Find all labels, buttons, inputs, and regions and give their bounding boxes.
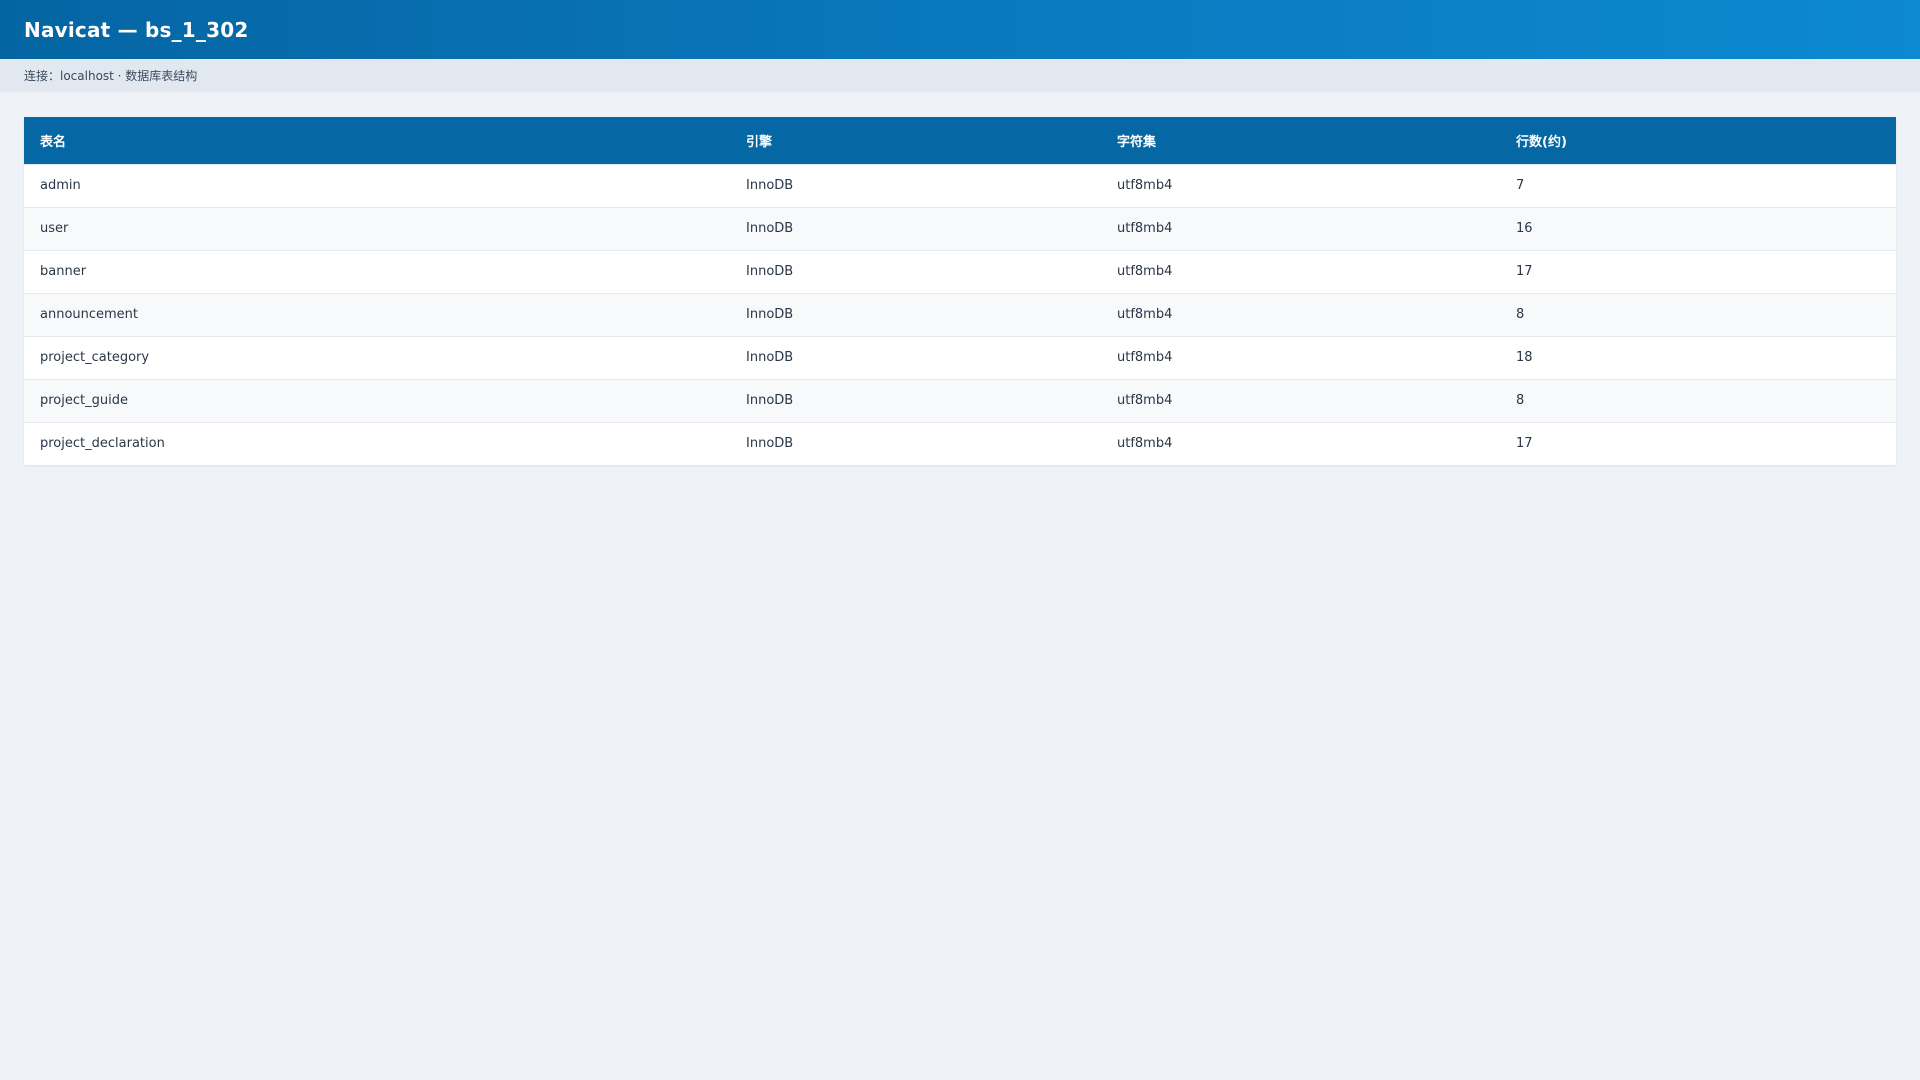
cell-row-count: 16 <box>1500 206 1896 250</box>
cell-charset: utf8mb4 <box>1101 378 1500 422</box>
column-header-charset[interactable]: 字符集 <box>1101 117 1500 164</box>
table-row[interactable]: project_category InnoDB utf8mb4 18 <box>24 335 1896 379</box>
cell-engine: InnoDB <box>730 421 1101 465</box>
cell-charset: utf8mb4 <box>1101 335 1500 379</box>
cell-table-name: project_category <box>24 335 730 379</box>
cell-row-count: 17 <box>1500 421 1896 465</box>
connection-bar: 连接：localhost · 数据库表结构 <box>0 59 1920 92</box>
cell-engine: InnoDB <box>730 163 1101 207</box>
cell-table-name: project_guide <box>24 378 730 422</box>
column-header-name[interactable]: 表名 <box>24 117 730 164</box>
table-row[interactable]: project_guide InnoDB utf8mb4 8 <box>24 378 1896 422</box>
column-header-rows[interactable]: 行数(约) <box>1500 117 1896 164</box>
cell-table-name: banner <box>24 249 730 293</box>
cell-charset: utf8mb4 <box>1101 163 1500 207</box>
cell-table-name: announcement <box>24 292 730 336</box>
cell-charset: utf8mb4 <box>1101 421 1500 465</box>
tables-table: 表名 引擎 字符集 行数(约) admin InnoDB utf8mb4 7 u… <box>24 117 1896 465</box>
table-row[interactable]: announcement InnoDB utf8mb4 8 <box>24 292 1896 336</box>
cell-charset: utf8mb4 <box>1101 249 1500 293</box>
cell-engine: InnoDB <box>730 206 1101 250</box>
cell-row-count: 18 <box>1500 335 1896 379</box>
cell-row-count: 17 <box>1500 249 1896 293</box>
cell-charset: utf8mb4 <box>1101 206 1500 250</box>
cell-row-count: 7 <box>1500 163 1896 207</box>
cell-table-name: admin <box>24 163 730 207</box>
cell-engine: InnoDB <box>730 249 1101 293</box>
cell-table-name: project_declaration <box>24 421 730 465</box>
table-row[interactable]: admin InnoDB utf8mb4 7 <box>24 163 1896 207</box>
column-header-engine[interactable]: 引擎 <box>730 117 1101 164</box>
table-row[interactable]: banner InnoDB utf8mb4 17 <box>24 249 1896 293</box>
connection-info: 连接：localhost · 数据库表结构 <box>24 69 198 83</box>
cell-engine: InnoDB <box>730 292 1101 336</box>
table-header-row: 表名 引擎 字符集 行数(约) <box>24 117 1896 164</box>
cell-engine: InnoDB <box>730 378 1101 422</box>
cell-engine: InnoDB <box>730 335 1101 379</box>
cell-row-count: 8 <box>1500 292 1896 336</box>
window-title: Navicat — bs_1_302 <box>24 17 249 42</box>
table-row[interactable]: user InnoDB utf8mb4 16 <box>24 206 1896 250</box>
cell-row-count: 8 <box>1500 378 1896 422</box>
title-bar: Navicat — bs_1_302 <box>0 0 1920 59</box>
cell-table-name: user <box>24 206 730 250</box>
tables-panel: 表名 引擎 字符集 行数(约) admin InnoDB utf8mb4 7 u… <box>24 117 1896 465</box>
table-row[interactable]: project_declaration InnoDB utf8mb4 17 <box>24 421 1896 465</box>
cell-charset: utf8mb4 <box>1101 292 1500 336</box>
